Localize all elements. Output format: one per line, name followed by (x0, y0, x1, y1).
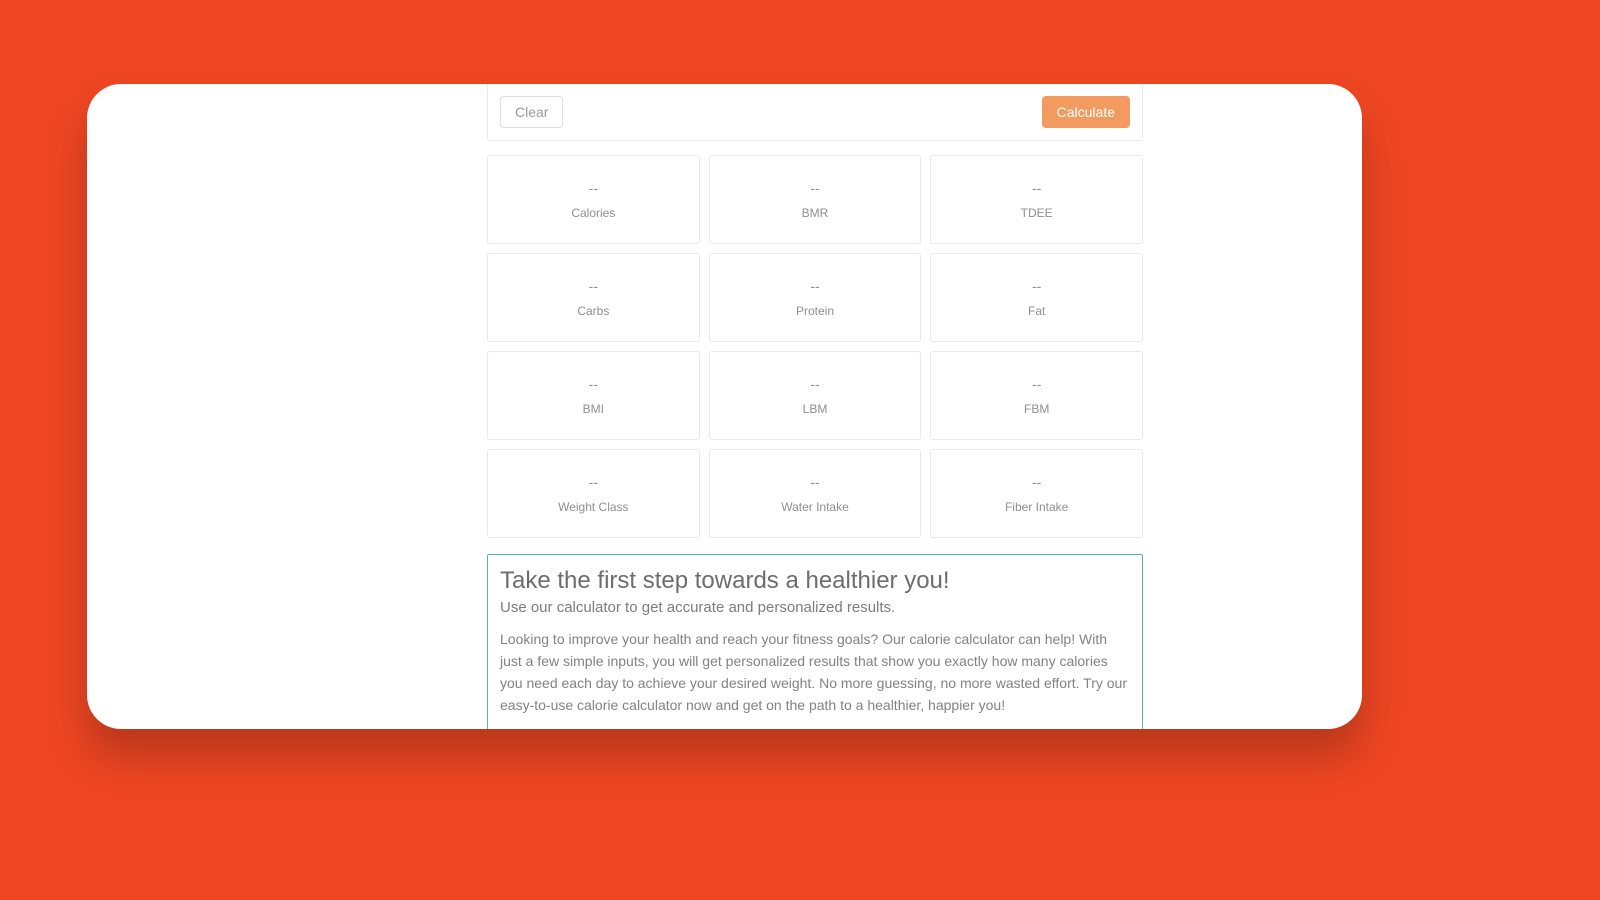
result-tile-water-intake: -- Water Intake (709, 449, 922, 538)
result-value: -- (1032, 376, 1041, 392)
result-label: Weight Class (558, 500, 628, 514)
cta-subheading: Use our calculator to get accurate and p… (500, 599, 1130, 616)
result-label: TDEE (1021, 206, 1053, 220)
cta-heading: Take the first step towards a healthier … (500, 567, 1130, 595)
results-grid: -- Calories -- BMR -- TDEE -- Carbs -- P… (487, 155, 1143, 538)
result-tile-carbs: -- Carbs (487, 253, 700, 342)
result-tile-lbm: -- LBM (709, 351, 922, 440)
result-label: Calories (571, 206, 615, 220)
result-value: -- (1032, 180, 1041, 196)
result-label: Carbs (577, 304, 609, 318)
result-label: BMI (583, 402, 604, 416)
result-tile-tdee: -- TDEE (930, 155, 1143, 244)
result-value: -- (810, 180, 819, 196)
calculate-button[interactable]: Calculate (1042, 96, 1130, 128)
main-column: Clear Calculate -- Calories -- BMR -- TD… (487, 84, 1143, 729)
result-value: -- (1032, 278, 1041, 294)
result-tile-weight-class: -- Weight Class (487, 449, 700, 538)
result-value: -- (589, 180, 598, 196)
result-tile-protein: -- Protein (709, 253, 922, 342)
result-tile-fbm: -- FBM (930, 351, 1143, 440)
result-label: Water Intake (781, 500, 849, 514)
app-window: Clear Calculate -- Calories -- BMR -- TD… (87, 84, 1362, 729)
result-value: -- (810, 278, 819, 294)
cta-callout: Take the first step towards a healthier … (487, 554, 1143, 729)
result-label: Fat (1028, 304, 1045, 318)
result-value: -- (810, 376, 819, 392)
result-label: Protein (796, 304, 834, 318)
result-tile-bmr: -- BMR (709, 155, 922, 244)
result-value: -- (1032, 474, 1041, 490)
clear-button[interactable]: Clear (500, 96, 563, 128)
result-tile-calories: -- Calories (487, 155, 700, 244)
result-value: -- (589, 376, 598, 392)
result-value: -- (810, 474, 819, 490)
result-label: LBM (803, 402, 828, 416)
result-label: BMR (802, 206, 829, 220)
result-label: Fiber Intake (1005, 500, 1068, 514)
result-tile-fat: -- Fat (930, 253, 1143, 342)
result-tile-bmi: -- BMI (487, 351, 700, 440)
result-tile-fiber-intake: -- Fiber Intake (930, 449, 1143, 538)
result-label: FBM (1024, 402, 1049, 416)
result-value: -- (589, 278, 598, 294)
action-bar: Clear Calculate (487, 84, 1143, 141)
result-value: -- (589, 474, 598, 490)
cta-body: Looking to improve your health and reach… (500, 628, 1130, 716)
